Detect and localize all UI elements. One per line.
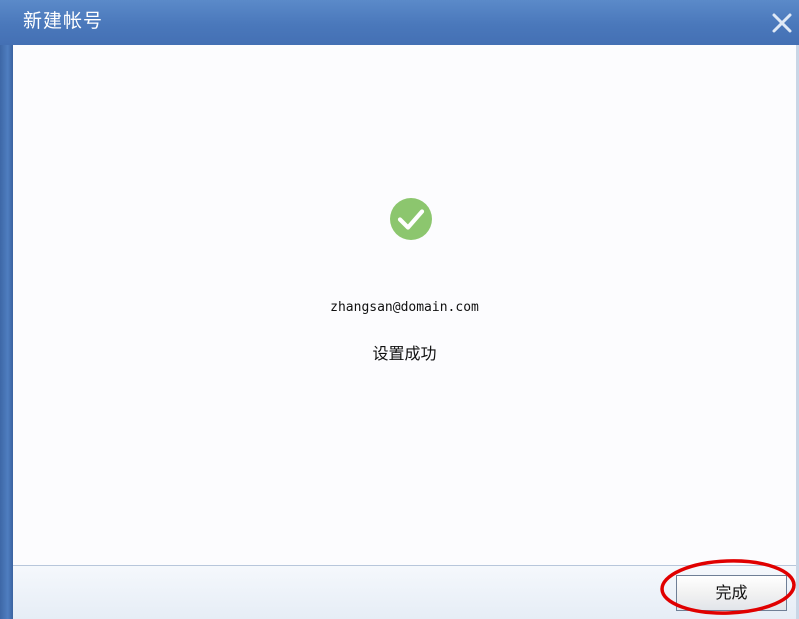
success-check-icon: [389, 197, 433, 241]
dialog-title: 新建帐号: [23, 10, 104, 32]
new-account-dialog: 新建帐号 zhangsan@domain.com 设置成功 完成: [0, 0, 799, 619]
finish-button[interactable]: 完成: [676, 575, 787, 611]
account-email: zhangsan@domain.com: [330, 300, 479, 315]
dialog-footer: 完成: [13, 565, 796, 619]
dialog-titlebar: 新建帐号: [0, 0, 799, 45]
close-icon[interactable]: [769, 10, 795, 36]
status-message: 设置成功: [372, 344, 437, 363]
dialog-content: zhangsan@domain.com 设置成功: [13, 45, 796, 565]
dialog-left-frame: [0, 45, 13, 619]
